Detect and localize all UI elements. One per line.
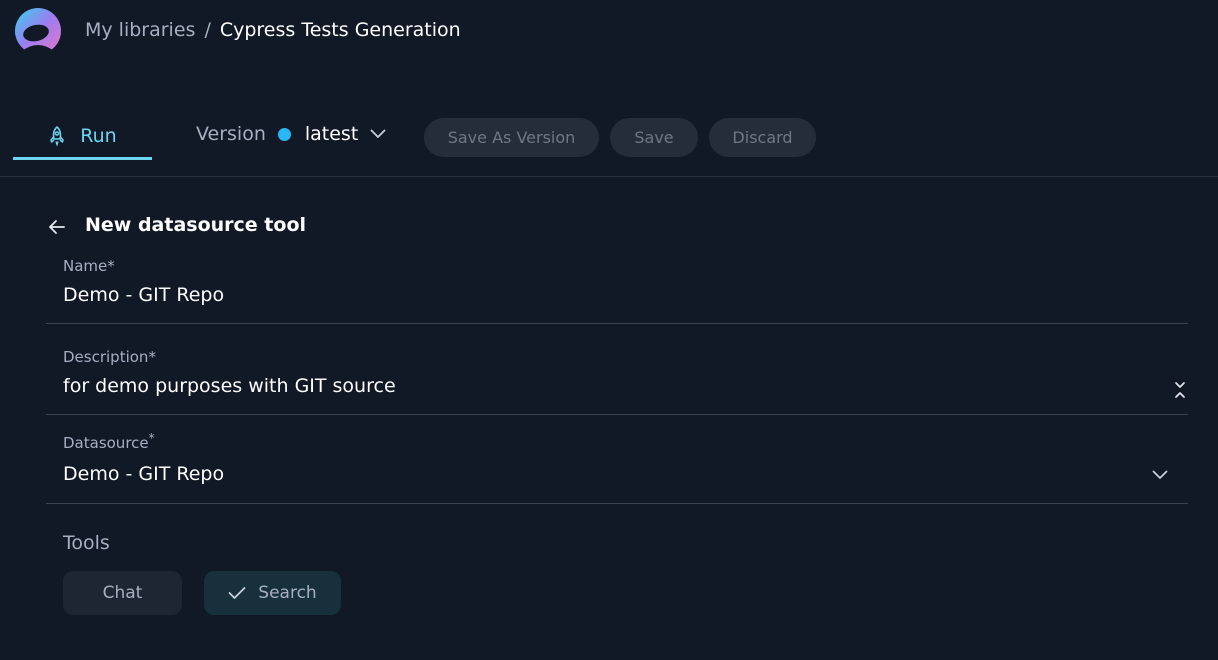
name-field[interactable]: Name* Demo - GIT Repo <box>46 250 1188 324</box>
version-label: Version <box>196 123 266 145</box>
check-icon <box>228 587 246 599</box>
description-field-value[interactable]: for demo purposes with GIT source <box>63 375 396 397</box>
version-value: latest <box>304 123 359 145</box>
discard-button[interactable]: Discard <box>709 118 816 157</box>
required-mark: * <box>148 431 155 445</box>
datasource-field-value: Demo - GIT Repo <box>63 463 225 485</box>
tool-chip-chat[interactable]: Chat <box>63 571 182 615</box>
page: My libraries / Cypress Tests Generation … <box>0 0 1218 660</box>
toolbar-divider <box>0 176 1218 177</box>
name-field-label: Name* <box>63 257 115 275</box>
chevron-down-icon[interactable] <box>1152 470 1168 480</box>
tab-run[interactable]: Run <box>13 112 152 160</box>
breadcrumb-current: Cypress Tests Generation <box>219 19 461 41</box>
tab-run-label: Run <box>80 125 117 147</box>
arrow-left-icon[interactable] <box>48 218 66 236</box>
tool-chip-label: Chat <box>102 583 143 603</box>
form-title: New datasource tool <box>85 214 307 236</box>
rocket-icon <box>50 126 65 146</box>
resize-icon[interactable] <box>1174 380 1186 400</box>
save-button[interactable]: Save <box>610 118 698 157</box>
name-field-value[interactable]: Demo - GIT Repo <box>63 284 224 306</box>
version-selector[interactable]: Version latest <box>196 123 386 145</box>
version-status-dot <box>277 127 291 141</box>
tools-label: Tools <box>63 532 110 554</box>
description-field[interactable]: Description* for demo purposes with GIT … <box>46 324 1188 415</box>
breadcrumb: My libraries / Cypress Tests Generation <box>85 19 461 41</box>
app-logo-icon[interactable] <box>12 7 64 59</box>
breadcrumb-my-libraries-link[interactable]: My libraries <box>85 19 195 41</box>
save-as-version-button[interactable]: Save As Version <box>424 118 599 157</box>
required-mark: * <box>148 348 156 366</box>
datasource-select[interactable]: Datasource* Demo - GIT Repo <box>46 415 1188 504</box>
required-mark: * <box>107 257 115 275</box>
chevron-down-icon[interactable] <box>370 129 386 139</box>
tool-chip-search[interactable]: Search <box>204 571 341 615</box>
datasource-field-label: Datasource* <box>63 431 155 452</box>
description-field-label: Description* <box>63 348 156 366</box>
breadcrumb-separator: / <box>204 19 211 41</box>
tool-chip-label: Search <box>258 583 317 603</box>
